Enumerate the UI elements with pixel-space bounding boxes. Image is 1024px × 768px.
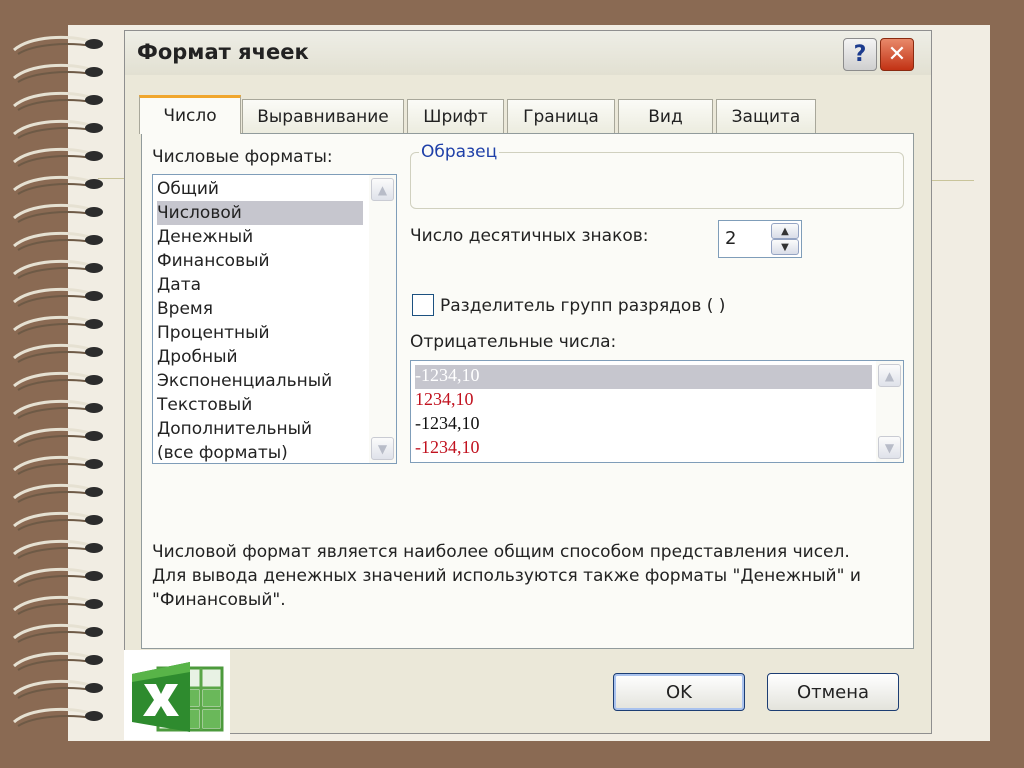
spiral-coil [13, 651, 103, 671]
spiral-coil [13, 539, 103, 559]
list-item[interactable]: Процентный [157, 321, 270, 345]
description-line: "Финансовый". [152, 590, 286, 610]
formats-scrollbar[interactable]: ▲ ▼ [369, 175, 396, 463]
decimals-value[interactable]: 2 [725, 228, 736, 249]
spiral-coil [13, 63, 103, 83]
sample-legend: Образец [419, 142, 500, 162]
list-item-selected[interactable]: Числовой [157, 201, 363, 225]
negative-scrollbar[interactable]: ▲ ▼ [876, 361, 903, 462]
list-item[interactable]: Дополнительный [157, 417, 312, 441]
spiral-coil [13, 623, 103, 643]
separator-checkbox[interactable] [412, 294, 434, 316]
cancel-button[interactable]: Отмена [767, 673, 899, 711]
separator-label[interactable]: Разделитель групп разрядов ( ) [440, 296, 725, 316]
excel-logo-icon [124, 650, 230, 740]
list-item[interactable]: -1234,10 [415, 413, 480, 437]
formats-listbox[interactable]: Общий Числовой Денежный Финансовый Дата … [152, 174, 397, 464]
decimals-spinner[interactable]: 2 ▲ ▼ [718, 220, 802, 258]
list-item[interactable]: Текстовый [157, 393, 252, 417]
list-item[interactable]: Денежный [157, 225, 253, 249]
spiral-coil [13, 567, 103, 587]
list-item[interactable]: Время [157, 297, 213, 321]
spiral-coil [13, 595, 103, 615]
scroll-up-icon[interactable]: ▲ [371, 178, 394, 201]
tab-view[interactable]: Вид [618, 99, 713, 133]
spiral-coil [13, 427, 103, 447]
spiral-coil [13, 147, 103, 167]
spiral-coil [13, 483, 103, 503]
scroll-up-icon[interactable]: ▲ [878, 364, 901, 387]
list-item[interactable]: Экспоненциальный [157, 369, 332, 393]
spiral-coil [13, 231, 103, 251]
dialog-title: Формат ячеек [137, 40, 309, 64]
scroll-down-icon[interactable]: ▼ [878, 436, 901, 459]
list-item[interactable]: 1234,10 [415, 389, 474, 413]
format-description: Числовой формат является наиболее общим … [152, 540, 892, 612]
spiral-coil [13, 315, 103, 335]
list-item-selected[interactable]: -1234,10 [415, 365, 872, 389]
tab-number[interactable]: Число [139, 95, 241, 134]
decimals-label: Число десятичных знаков: [410, 226, 649, 246]
spiral-coil [13, 399, 103, 419]
tab-panel-number: Числовые форматы: Общий Числовой Денежны… [141, 133, 914, 649]
close-button[interactable]: ✕ [880, 38, 914, 71]
list-item[interactable]: Общий [157, 177, 219, 201]
spiral-coil [13, 35, 103, 55]
tab-font[interactable]: Шрифт [407, 99, 504, 133]
list-item[interactable]: -1234,10 [415, 437, 480, 461]
spiral-coil [13, 511, 103, 531]
negative-listbox[interactable]: -1234,10 1234,10 -1234,10 -1234,10 ▲ ▼ [410, 360, 904, 463]
spin-down-icon[interactable]: ▼ [771, 239, 799, 255]
list-item[interactable]: Дата [157, 273, 201, 297]
tab-border[interactable]: Граница [507, 99, 615, 133]
help-button[interactable]: ? [843, 38, 877, 71]
list-item[interactable]: Финансовый [157, 249, 270, 273]
spin-up-icon[interactable]: ▲ [771, 223, 799, 239]
format-cells-dialog: Формат ячеек ? ✕ Число Выравнивание Шриф… [124, 30, 932, 734]
tab-protection[interactable]: Защита [716, 99, 816, 133]
spiral-coil [13, 119, 103, 139]
ok-button[interactable]: OK [613, 673, 745, 711]
list-item[interactable]: Дробный [157, 345, 238, 369]
spiral-coil [13, 343, 103, 363]
spiral-binding-icon [0, 30, 110, 740]
tab-alignment[interactable]: Выравнивание [242, 99, 404, 133]
spiral-coil [13, 259, 103, 279]
spiral-coil [13, 679, 103, 699]
spiral-coil [13, 455, 103, 475]
spiral-coil [13, 91, 103, 111]
formats-label: Числовые форматы: [152, 147, 333, 167]
sample-groupbox: Образец [410, 142, 904, 209]
title-bar: Формат ячеек ? ✕ [125, 31, 931, 75]
spiral-coil [13, 707, 103, 727]
spiral-coil [13, 175, 103, 195]
description-line: Числовой формат является наиболее общим … [152, 542, 850, 562]
decorative-line [930, 180, 974, 181]
description-line: Для вывода денежных значений используютс… [152, 566, 861, 586]
list-item[interactable]: (все форматы) [157, 441, 288, 465]
scroll-down-icon[interactable]: ▼ [371, 437, 394, 460]
spiral-coil [13, 203, 103, 223]
negative-label: Отрицательные числа: [410, 332, 617, 352]
spiral-coil [13, 287, 103, 307]
spiral-coil [13, 371, 103, 391]
